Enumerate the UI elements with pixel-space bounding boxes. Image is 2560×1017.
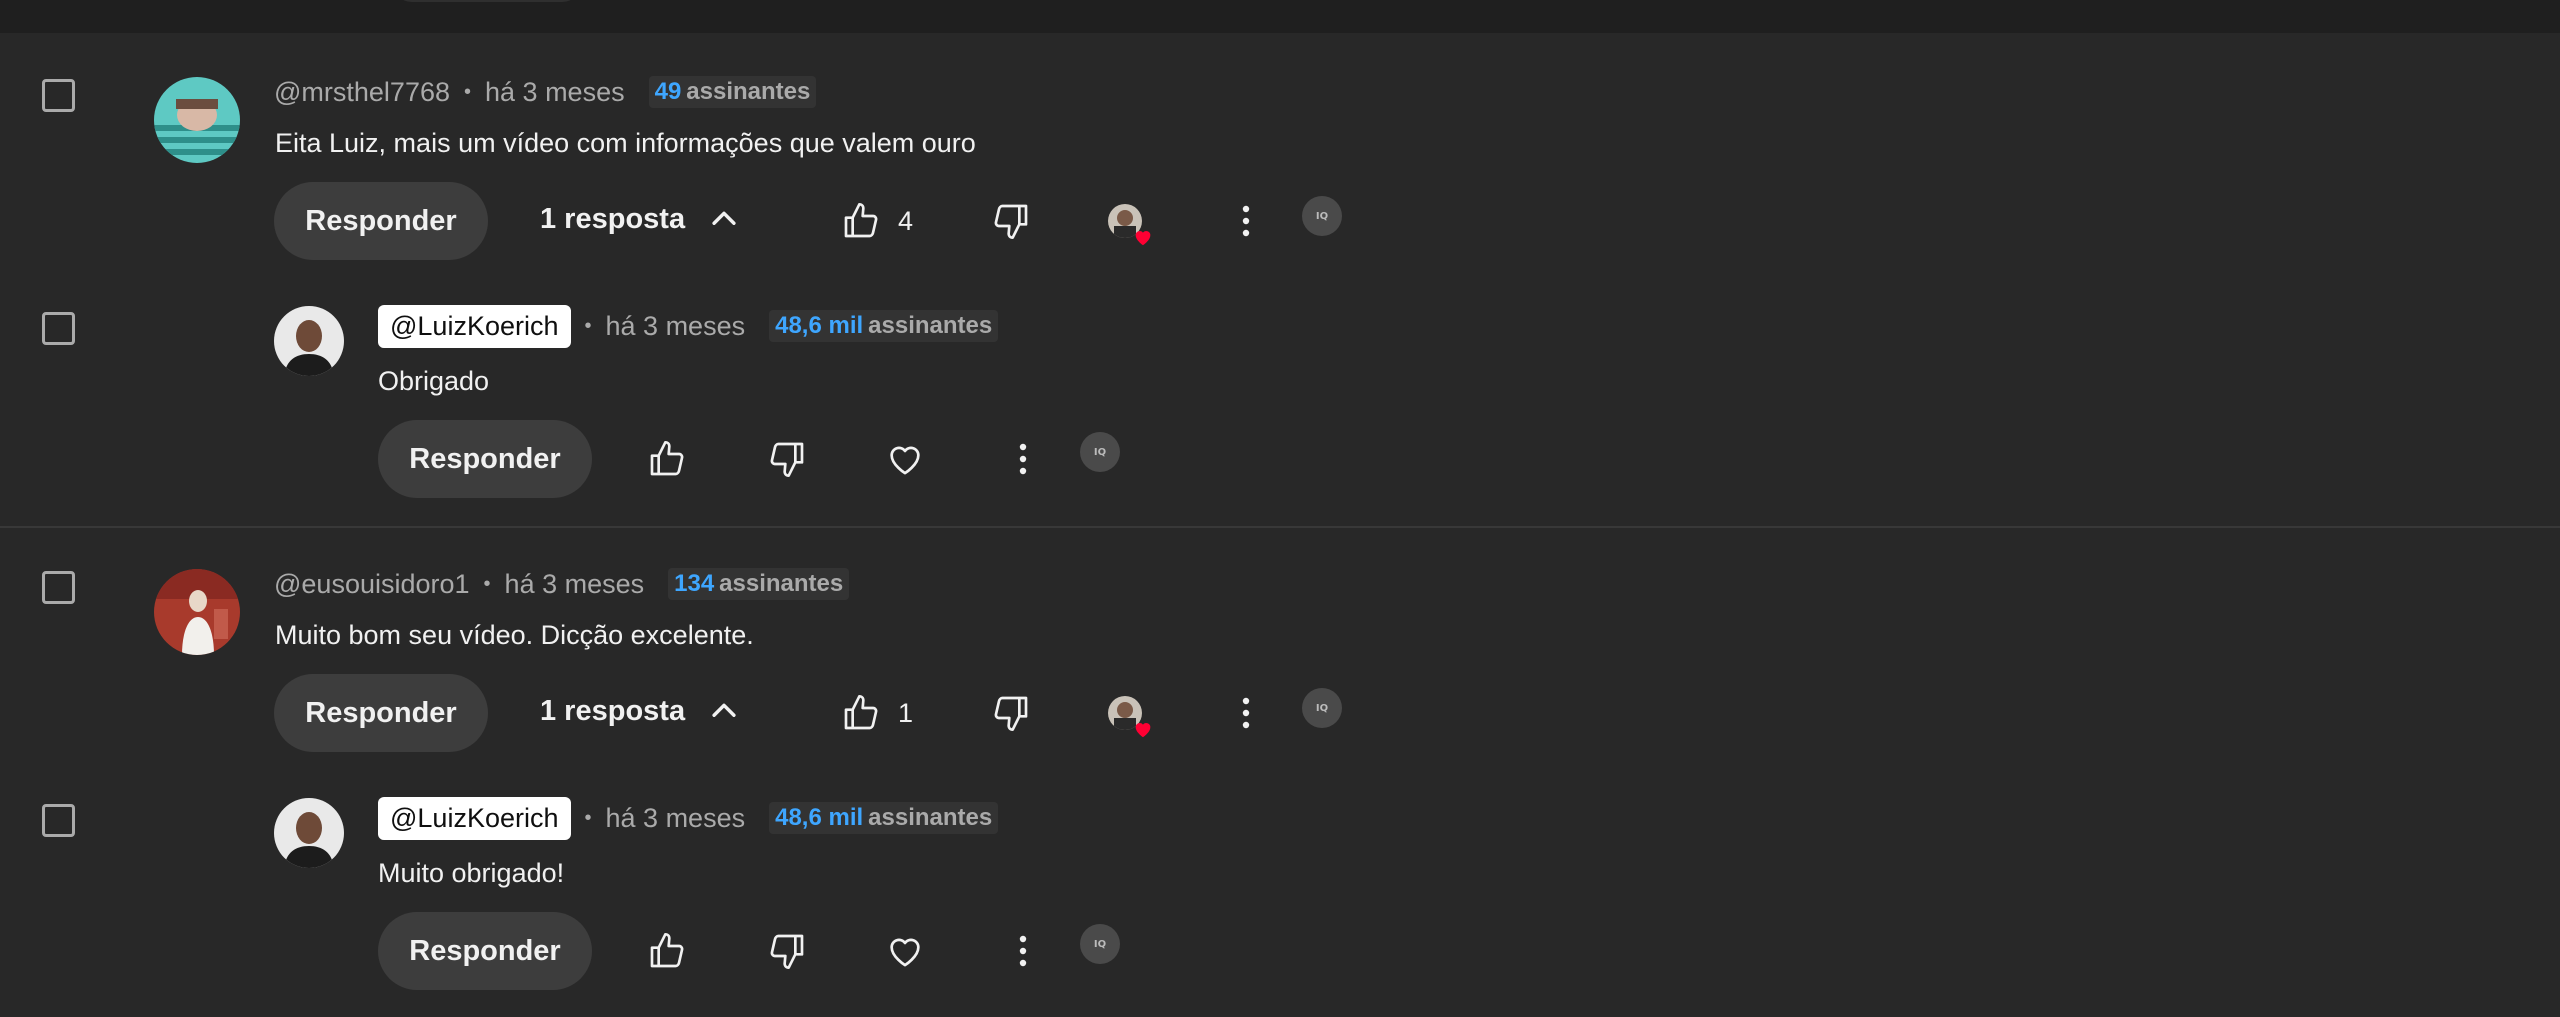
reply-text: Obrigado [378,366,490,396]
select-checkbox[interactable] [42,804,75,837]
thread-divider [0,526,2560,528]
subscriber-count: 48,6 mil [775,312,864,339]
subscriber-count: 49 [654,78,682,105]
creator-handle[interactable]: @LuizKoerich [378,796,571,840]
comment-text: Muito bom seu vídeo. Dicção excelente. [275,620,754,650]
separator-dot: • [584,314,592,337]
more-options-button[interactable] [1003,928,1043,974]
timestamp[interactable]: há 3 meses [606,803,746,834]
extension-label: IQ [1093,938,1107,950]
more-vertical-icon [1242,697,1250,729]
timestamp[interactable]: há 3 meses [505,569,645,600]
like-button[interactable] [836,196,886,246]
select-checkbox[interactable] [42,79,75,112]
thumbs-down-icon [994,696,1028,731]
dislike-button[interactable] [762,434,812,484]
dislike-button[interactable] [986,196,1036,246]
chevron-up-icon [712,211,736,225]
timestamp[interactable]: há 3 meses [485,77,625,108]
avatar[interactable] [274,306,344,376]
reply-text: Muito obrigado! [378,858,565,888]
comment-meta: @eusouisidoro1 • há 3 meses 134 assinante… [274,564,850,604]
creator-heart-icon [1132,718,1154,745]
extension-label: IQ [1093,446,1107,458]
subscriber-badge: 48,6 mil assinantes [769,310,999,342]
like-button[interactable] [642,926,692,976]
subscriber-badge: 134 assinantes [668,568,850,600]
author-handle[interactable]: @mrsthel7768 [274,77,450,108]
thumbs-down-icon [770,442,804,477]
thumbs-up-icon [844,695,878,730]
reply-button[interactable]: Responder [274,182,488,260]
extension-label: IQ [1315,210,1329,222]
reply-meta: @LuizKoerich • há 3 meses 48,6 mil assina… [378,796,999,840]
extension-icon[interactable]: IQ [1080,432,1120,472]
timestamp[interactable]: há 3 meses [606,311,746,342]
replies-label: 1 resposta [540,202,686,235]
thumbs-up-icon [650,933,684,968]
extension-icon[interactable]: IQ [1302,196,1342,236]
like-button[interactable] [836,688,886,738]
creator-handle[interactable]: @LuizKoerich [378,304,571,348]
extension-icon[interactable]: IQ [1302,688,1342,728]
extension-icon[interactable]: IQ [1080,924,1120,964]
more-options-button[interactable] [1226,690,1266,736]
toggle-replies-button[interactable]: 1 resposta [540,202,741,236]
reply-button[interactable]: Responder [378,420,592,498]
heart-icon [890,938,920,967]
author-handle[interactable]: @eusouisidoro1 [274,569,470,600]
subscriber-label: assinantes [686,78,811,105]
heart-icon [890,446,920,475]
subscriber-badge: 49 assinantes [648,76,817,108]
dislike-button[interactable] [986,688,1036,738]
chevron-up-icon [712,703,736,717]
thumbs-down-icon [770,934,804,969]
like-count: 1 [898,698,914,728]
reply-button[interactable]: Responder [274,674,488,752]
top-pill [392,0,582,2]
avatar[interactable] [154,77,240,163]
subscriber-label: assinantes [868,312,993,339]
more-options-button[interactable] [1226,198,1266,244]
like-button[interactable] [642,434,692,484]
more-vertical-icon [1019,443,1027,475]
replies-label: 1 resposta [540,694,686,727]
subscriber-count: 48,6 mil [775,804,864,831]
heart-button[interactable] [880,926,930,976]
reply-button[interactable]: Responder [378,912,592,990]
top-band [0,0,2560,33]
subscriber-count: 134 [674,570,715,597]
more-vertical-icon [1019,935,1027,967]
comment-text: Eita Luiz, mais um vídeo com informações… [275,128,976,158]
separator-dot: • [584,806,592,829]
thumbs-up-icon [650,441,684,476]
select-checkbox[interactable] [42,312,75,345]
dislike-button[interactable] [762,926,812,976]
select-checkbox[interactable] [42,571,75,604]
avatar[interactable] [154,569,240,655]
creator-heart-icon [1132,226,1154,253]
extension-label: IQ [1315,702,1329,714]
thumbs-up-icon [844,203,878,238]
like-count: 4 [898,206,914,236]
separator-dot: • [483,572,491,595]
more-vertical-icon [1242,205,1250,237]
toggle-replies-button[interactable]: 1 resposta [540,694,741,728]
comment-meta: @mrsthel7768 • há 3 meses 49 assinantes [274,72,817,112]
thumbs-down-icon [994,204,1028,240]
reply-meta: @LuizKoerich • há 3 meses 48,6 mil assina… [378,304,999,348]
avatar[interactable] [274,798,344,868]
separator-dot: • [464,80,472,103]
more-options-button[interactable] [1003,436,1043,482]
heart-button[interactable] [880,434,930,484]
subscriber-label: assinantes [868,804,993,831]
subscriber-label: assinantes [719,570,844,597]
subscriber-badge: 48,6 mil assinantes [769,802,999,834]
